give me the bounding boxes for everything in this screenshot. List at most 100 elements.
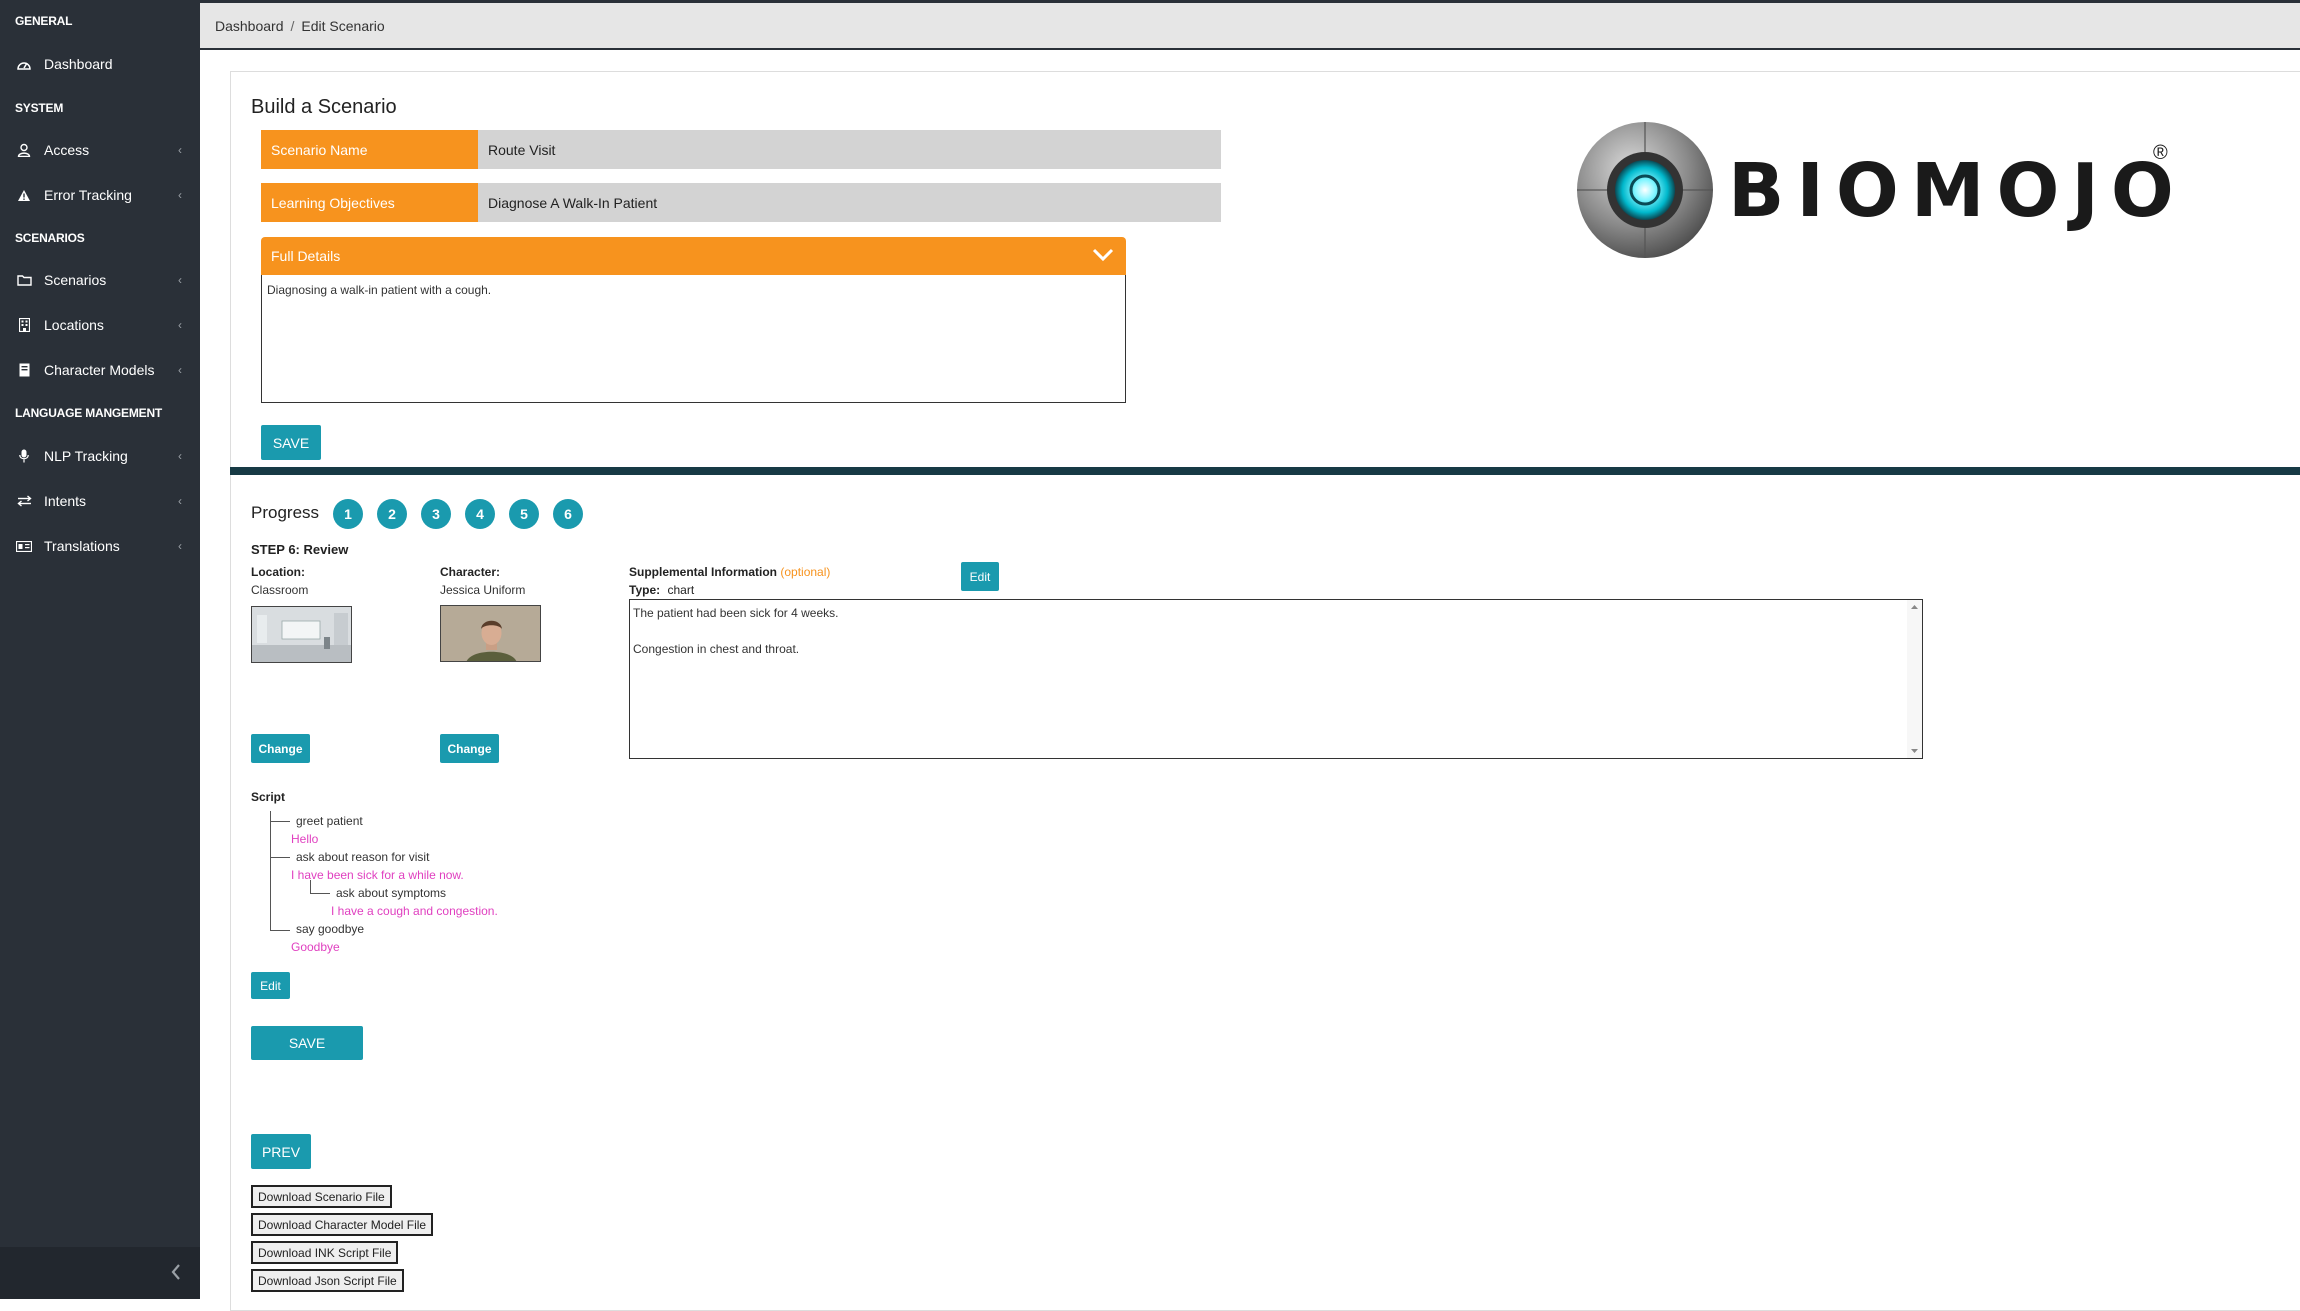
tree-branch <box>310 893 330 894</box>
download-scenario-button[interactable]: Download Scenario File <box>251 1185 392 1208</box>
chevron-down-icon <box>1092 247 1114 266</box>
progress-step-6[interactable]: 6 <box>553 499 583 529</box>
edit-script-button[interactable]: Edit <box>251 972 290 999</box>
chevron-left-icon: ‹ <box>178 449 182 463</box>
supplemental-label: Supplemental Information (optional) <box>629 565 830 579</box>
sidebar-item-scenarios[interactable]: Scenarios ‹ <box>0 262 200 298</box>
section-system: SYSTEM <box>15 101 64 115</box>
sidebar-item-label: Translations <box>44 538 120 554</box>
download-ink-script-button[interactable]: Download INK Script File <box>251 1241 399 1264</box>
chevron-left-icon: ‹ <box>178 363 182 377</box>
tree-branch <box>270 930 290 931</box>
biomojo-logo-icon <box>1575 120 1715 265</box>
chevron-left-icon: ‹ <box>178 318 182 332</box>
scenario-name-input[interactable] <box>478 130 1221 169</box>
sidebar-item-error-tracking[interactable]: Error Tracking ‹ <box>0 177 200 213</box>
breadcrumb: Dashboard / Edit Scenario <box>215 18 385 34</box>
sidebar-item-nlp-tracking[interactable]: NLP Tracking ‹ <box>0 438 200 474</box>
page-title: Build a Scenario <box>251 96 397 118</box>
progress-step-5[interactable]: 5 <box>509 499 539 529</box>
script-node: ask about symptoms <box>336 886 447 900</box>
sidebar-item-label: NLP Tracking <box>44 448 128 464</box>
location-label: Location: <box>251 565 305 579</box>
progress-step-2[interactable]: 2 <box>377 499 407 529</box>
prev-button[interactable]: PREV <box>251 1134 311 1169</box>
chevron-left-icon: ‹ <box>178 143 182 157</box>
section-language: LANGUAGE MANGEMENT <box>15 406 163 420</box>
sidebar: GENERAL Dashboard SYSTEM Access ‹ Error … <box>0 0 200 1299</box>
top-bar: Dashboard / Edit Scenario <box>200 0 2300 50</box>
sidebar-item-label: Character Models <box>44 362 155 378</box>
sidebar-item-label: Locations <box>44 317 104 333</box>
scenario-name-row: Scenario Name <box>261 130 1221 169</box>
progress-label: Progress <box>251 503 320 522</box>
download-character-model-button[interactable]: Download Character Model File <box>251 1213 434 1236</box>
exchange-icon <box>16 493 32 509</box>
section-general: GENERAL <box>15 14 73 28</box>
microphone-icon <box>16 448 32 464</box>
language-icon <box>16 538 32 554</box>
progress-step-3[interactable]: 3 <box>421 499 451 529</box>
script-node: ask about reason for visit <box>296 850 430 864</box>
progress-step-1[interactable]: 1 <box>333 499 363 529</box>
collapse-arrow-icon <box>170 1263 182 1286</box>
character-value: Jessica Uniform <box>440 583 526 597</box>
sidebar-item-access[interactable]: Access ‹ <box>0 132 200 168</box>
change-character-button[interactable]: Change <box>440 734 499 763</box>
character-thumbnail <box>440 605 541 662</box>
type-value: chart <box>667 583 695 597</box>
sidebar-item-intents[interactable]: Intents ‹ <box>0 483 200 519</box>
tree-branch <box>270 857 290 858</box>
building-icon <box>16 317 32 333</box>
scenario-name-label: Scenario Name <box>261 130 478 169</box>
script-response: Goodbye <box>291 940 340 954</box>
save-review-button[interactable]: SAVE <box>251 1026 363 1060</box>
sidebar-item-dashboard[interactable]: Dashboard <box>0 46 200 82</box>
sidebar-item-label: Dashboard <box>44 56 113 72</box>
edit-supplemental-button[interactable]: Edit <box>961 562 999 591</box>
location-thumbnail <box>251 606 352 663</box>
chevron-left-icon: ‹ <box>178 494 182 508</box>
script-node: greet patient <box>296 814 363 828</box>
folder-icon <box>16 272 32 288</box>
logo-wordmark: BIOMOJO <box>1728 148 2186 234</box>
user-icon <box>16 142 32 158</box>
breadcrumb-home-link[interactable]: Dashboard <box>215 18 284 34</box>
supplemental-textarea[interactable]: The patient had been sick for 4 weeks. C… <box>629 599 1923 759</box>
script-response: Hello <box>291 832 319 846</box>
sidebar-collapse-button[interactable] <box>0 1247 200 1299</box>
supplemental-type: Type: chart <box>629 583 694 597</box>
section-divider <box>230 467 2300 475</box>
tree-line <box>270 811 271 931</box>
full-details-toggle[interactable]: Full Details <box>261 237 1126 275</box>
chevron-left-icon: ‹ <box>178 273 182 287</box>
script-label: Script <box>251 790 286 804</box>
section-scenarios: SCENARIOS <box>15 231 85 245</box>
breadcrumb-separator: / <box>290 18 295 34</box>
breadcrumb-current: Edit Scenario <box>301 18 385 34</box>
full-details-textarea[interactable]: Diagnosing a walk-in patient with a coug… <box>261 275 1126 403</box>
full-details-label: Full Details <box>271 248 341 264</box>
sidebar-item-label: Scenarios <box>44 272 107 288</box>
script-response: I have a cough and congestion. <box>331 904 498 918</box>
save-scenario-button[interactable]: SAVE <box>261 425 321 460</box>
chevron-left-icon: ‹ <box>178 188 182 202</box>
step-title: STEP 6: Review <box>251 542 349 557</box>
sidebar-item-character-models[interactable]: Character Models ‹ <box>0 352 200 388</box>
script-response: I have been sick for a while now. <box>291 868 464 882</box>
sidebar-item-translations[interactable]: Translations ‹ <box>0 528 200 564</box>
logo-registered-mark: ® <box>2153 142 2168 164</box>
type-label: Type: <box>629 583 661 597</box>
progress-step-4[interactable]: 4 <box>465 499 495 529</box>
change-location-button[interactable]: Change <box>251 734 310 763</box>
objectives-label: Learning Objectives <box>261 183 478 222</box>
supplemental-scrollbar[interactable] <box>1907 600 1922 758</box>
chevron-left-icon: ‹ <box>178 539 182 553</box>
supplemental-label-text: Supplemental Information <box>629 565 778 579</box>
objectives-input[interactable] <box>478 183 1221 222</box>
dashboard-icon <box>16 56 32 72</box>
sidebar-item-locations[interactable]: Locations ‹ <box>0 307 200 343</box>
download-json-script-button[interactable]: Download Json Script File <box>251 1269 404 1292</box>
warning-icon <box>16 187 32 203</box>
character-label: Character: <box>440 565 501 579</box>
